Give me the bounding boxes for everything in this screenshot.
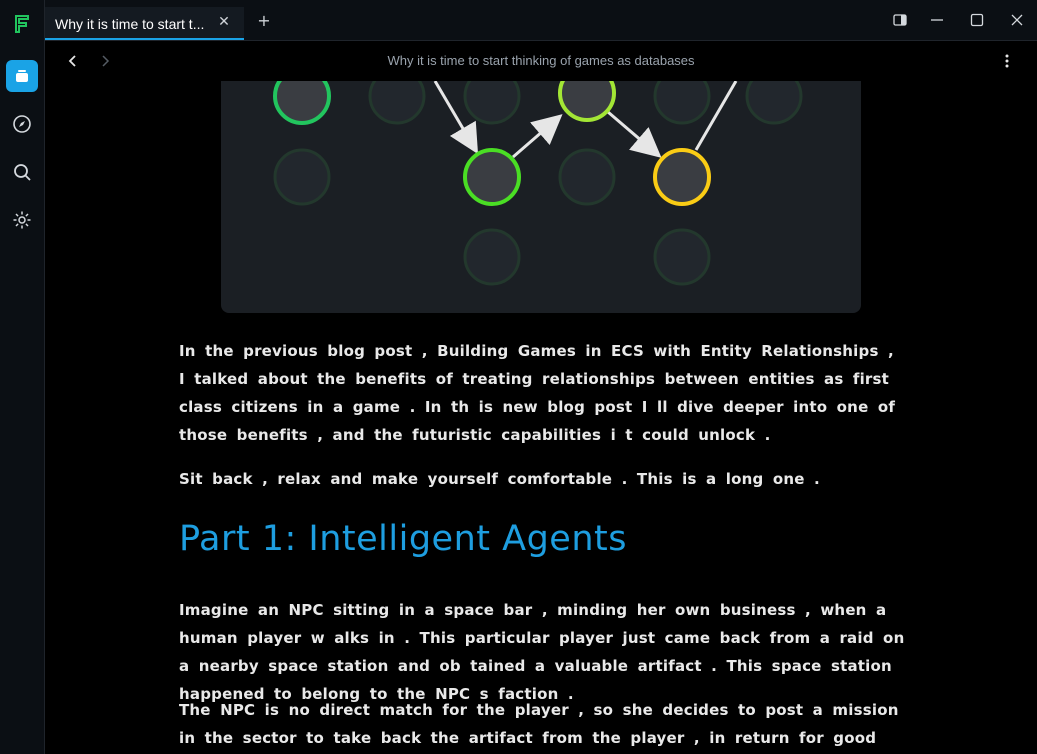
nav-bar: Why it is time to start thinking of game… [45,41,1037,81]
new-tab-button[interactable]: + [255,12,273,30]
compass-icon[interactable] [6,108,38,140]
tab-bar: Why it is time to start t... ✕ + [45,0,1037,41]
node-green [273,81,331,125]
paragraph: In the previous blog post , Building Gam… [179,342,896,444]
article-figure [221,81,861,313]
tab-title: Why it is time to start t... [55,16,205,32]
maximize-icon[interactable] [967,10,987,30]
node-green-2 [463,148,521,206]
graph-illustration [273,81,803,286]
section-heading: Part 1: Intelligent Agents [179,519,627,559]
tab-active[interactable]: Why it is time to start t... ✕ [45,7,244,40]
tab-close-button[interactable]: ✕ [215,13,233,31]
page-title: Why it is time to start thinking of game… [387,53,695,68]
minimize-icon[interactable] [927,10,947,30]
sidebar-toggle-icon[interactable] [890,10,910,30]
node-lime [558,81,616,122]
logo-icon [6,8,38,40]
search-icon[interactable] [6,156,38,188]
library-icon[interactable] [6,60,38,92]
paragraph: The NPC is no direct match for the playe… [179,701,899,747]
more-options-icon[interactable] [997,51,1017,71]
close-window-icon[interactable] [1007,10,1027,30]
paragraph: Imagine an NPC sitting in a space bar , … [179,601,905,703]
settings-icon[interactable] [6,204,38,236]
sidebar [0,0,45,754]
article-content: In the previous blog post , Building Gam… [45,81,1037,754]
faint-nodes [273,81,803,286]
node-yellow [653,148,711,206]
paragraph: Sit back , relax and make yourself comfo… [179,470,820,488]
